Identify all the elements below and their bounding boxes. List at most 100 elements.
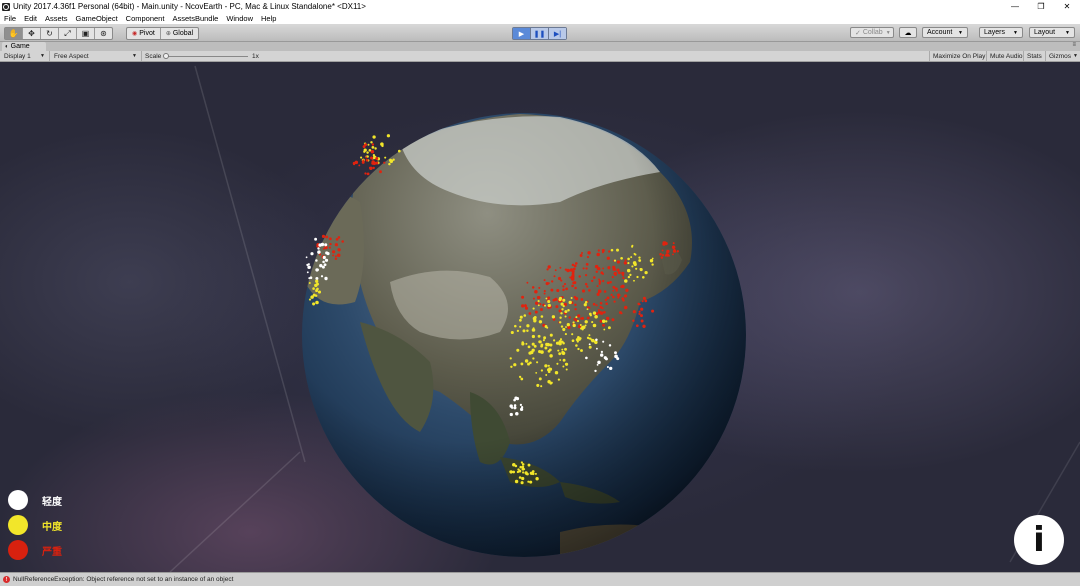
case-marker [553, 275, 556, 278]
case-marker [540, 385, 543, 388]
case-marker [550, 288, 554, 292]
case-marker [558, 296, 563, 300]
menu-assetsbundle[interactable]: AssetsBundle [168, 14, 222, 23]
case-marker [636, 275, 639, 279]
collab-dropdown[interactable]: ✓ Collab ▼ [850, 27, 894, 38]
case-marker [640, 307, 644, 311]
case-marker [587, 251, 591, 255]
account-dropdown[interactable]: Account ▼ [922, 27, 968, 38]
pivot-button[interactable]: ◉ Pivot [127, 28, 161, 39]
tab-game[interactable]: ◐ Game [2, 42, 46, 51]
global-button[interactable]: ⊕ Global [161, 28, 198, 39]
case-marker [577, 314, 581, 318]
case-marker [637, 302, 640, 306]
case-marker [588, 289, 591, 292]
cloud-icon[interactable]: ☁ [899, 27, 917, 38]
scale-slider-track[interactable] [166, 56, 248, 57]
play-button-icon[interactable]: ▶ [513, 28, 531, 39]
case-marker [511, 406, 514, 409]
console-status-bar[interactable]: ! NullReferenceException: Object referen… [0, 572, 1080, 586]
case-marker [575, 344, 578, 347]
case-marker [571, 339, 575, 343]
menu-file[interactable]: File [0, 14, 20, 23]
aspect-dropdown[interactable]: Free Aspect ▼ [50, 51, 142, 61]
case-marker [644, 270, 648, 275]
case-marker [568, 300, 572, 305]
case-marker [547, 303, 551, 308]
info-button[interactable]: i [1014, 515, 1064, 565]
menu-edit[interactable]: Edit [20, 14, 41, 23]
close-button[interactable]: ✕ [1054, 0, 1080, 13]
chevron-down-icon: ▼ [958, 29, 963, 36]
case-marker [544, 304, 546, 307]
case-marker [322, 247, 325, 250]
case-marker [518, 469, 522, 473]
case-marker [565, 326, 567, 328]
rotate-tool-icon[interactable]: ↻ [41, 28, 59, 39]
chevron-down-icon: ▼ [40, 53, 45, 59]
case-marker [642, 296, 646, 300]
mute-audio-toggle[interactable]: Mute Audio [986, 51, 1026, 61]
case-marker [609, 280, 612, 284]
case-marker [608, 250, 611, 253]
move-tool-icon[interactable]: ✥ [23, 28, 41, 39]
rect-tool-icon[interactable]: ▣ [77, 28, 95, 39]
gizmos-dropdown[interactable]: Gizmos ▼ [1045, 51, 1080, 61]
transform-tool-icon[interactable]: ⊛ [95, 28, 112, 39]
case-marker [315, 279, 319, 283]
case-marker [638, 310, 641, 313]
menu-gameobject[interactable]: GameObject [72, 14, 122, 23]
case-marker [651, 263, 654, 266]
menu-window[interactable]: Window [222, 14, 257, 23]
menu-component[interactable]: Component [122, 14, 169, 23]
case-marker [585, 274, 588, 277]
stats-toggle[interactable]: Stats [1023, 51, 1045, 61]
case-marker [562, 285, 565, 288]
case-marker [544, 364, 548, 368]
case-marker [639, 268, 643, 272]
step-button-icon[interactable]: ▶| [549, 28, 566, 39]
case-marker [537, 334, 541, 338]
case-marker [632, 310, 636, 314]
case-marker [523, 468, 526, 471]
tab-menu-icon[interactable]: ≡ [1072, 42, 1076, 48]
layers-dropdown[interactable]: Layers ▼ [979, 27, 1023, 38]
chevron-down-icon: ▼ [885, 29, 891, 36]
menu-assets[interactable]: Assets [41, 14, 72, 23]
scale-slider-handle[interactable] [163, 53, 169, 59]
case-marker [583, 303, 587, 307]
case-marker [562, 327, 566, 332]
maximize-on-play-toggle[interactable]: Maximize On Play [929, 51, 988, 61]
game-viewport[interactable]: 轻度 中度 严重 i [0, 62, 1080, 572]
case-marker [547, 282, 550, 285]
case-marker [520, 481, 524, 485]
case-marker [570, 297, 573, 299]
case-marker [597, 309, 600, 311]
case-marker [308, 282, 311, 284]
case-marker [307, 263, 310, 266]
hand-tool-icon[interactable]: ✋ [5, 28, 23, 39]
case-marker [551, 315, 556, 319]
case-marker [548, 348, 552, 352]
case-marker [612, 295, 615, 299]
case-marker [549, 343, 553, 347]
pause-button-icon[interactable]: ❚❚ [531, 28, 549, 39]
case-marker [334, 243, 339, 247]
case-marker [531, 342, 535, 346]
menu-help[interactable]: Help [257, 14, 280, 23]
case-marker [635, 267, 638, 270]
maximize-button[interactable]: ❐ [1028, 0, 1054, 13]
layout-dropdown[interactable]: Layout ▼ [1029, 27, 1075, 38]
case-marker [561, 351, 566, 356]
status-message: NullReferenceException: Object reference… [13, 576, 234, 583]
case-marker [571, 284, 574, 288]
case-marker [621, 284, 625, 289]
case-marker [322, 260, 325, 264]
case-marker [537, 300, 540, 303]
case-marker [341, 240, 344, 243]
case-marker [557, 276, 562, 281]
global-icon: ⊕ [165, 31, 171, 37]
minimize-button[interactable]: — [1002, 0, 1028, 13]
display-dropdown[interactable]: Display 1 ▼ [0, 51, 50, 61]
scale-tool-icon[interactable]: ⤢ [59, 28, 77, 39]
